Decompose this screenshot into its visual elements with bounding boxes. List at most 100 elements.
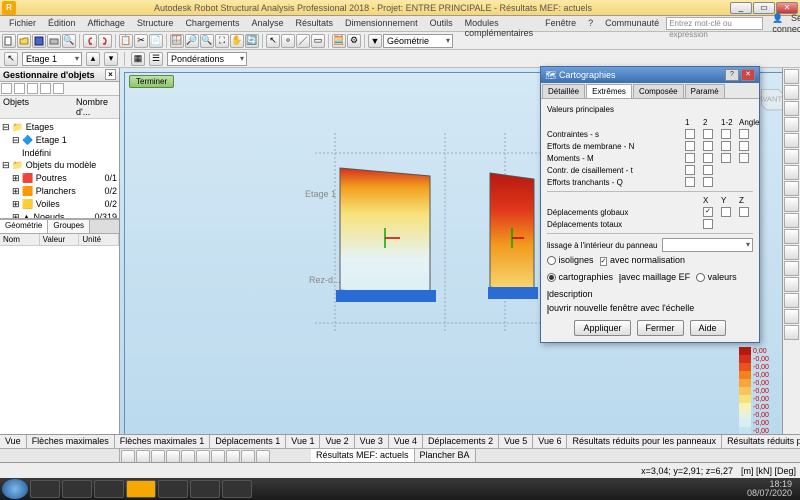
rtool-14[interactable]: [784, 277, 799, 292]
zoom-in-icon[interactable]: 🔎: [185, 34, 199, 48]
radio-cartographies[interactable]: [547, 273, 556, 282]
rtool-2[interactable]: [784, 85, 799, 100]
task-app-2[interactable]: [94, 480, 124, 498]
menu-outils[interactable]: Outils: [425, 16, 458, 31]
chk-dg-y[interactable]: [721, 207, 731, 217]
rtool-13[interactable]: [784, 261, 799, 276]
chk-m-2[interactable]: [703, 153, 713, 163]
cut-icon[interactable]: ✂: [134, 34, 148, 48]
btab-plancher[interactable]: Plancher BA: [415, 449, 476, 462]
chk-m-1[interactable]: [685, 153, 695, 163]
rtool-6[interactable]: [784, 149, 799, 164]
menu-structure[interactable]: Structure: [132, 16, 179, 31]
btab-vue2[interactable]: Vue 2: [320, 435, 354, 448]
open-icon[interactable]: [17, 34, 31, 48]
rtool-5[interactable]: [784, 133, 799, 148]
btab-depl2[interactable]: Déplacements 2: [423, 435, 499, 448]
panel-sel-icon[interactable]: ▭: [311, 34, 325, 48]
chk-q-2[interactable]: [703, 177, 713, 187]
chk-n-1[interactable]: [685, 141, 695, 151]
opt-icon[interactable]: ⚙: [347, 34, 361, 48]
dialog-title-bar[interactable]: 🗺 Cartographies ? ✕: [541, 67, 759, 83]
pan-icon[interactable]: ✋: [230, 34, 244, 48]
terminer-button[interactable]: Terminer: [129, 75, 174, 88]
menu-resultats[interactable]: Résultats: [291, 16, 339, 31]
tab-parametres[interactable]: Paramè: [685, 84, 725, 98]
menu-communaute[interactable]: Communauté: [600, 16, 664, 31]
chk-s-2[interactable]: [703, 129, 713, 139]
chk-t-2[interactable]: [703, 165, 713, 175]
panel-close-icon[interactable]: ×: [105, 69, 116, 80]
rtool-8[interactable]: [784, 181, 799, 196]
btab-res1[interactable]: Résultats réduits pour les panneaux: [567, 435, 722, 448]
tab-composee[interactable]: Composée: [633, 84, 684, 98]
btab-vue4[interactable]: Vue 4: [389, 435, 423, 448]
print-icon[interactable]: [47, 34, 61, 48]
zoom-all-icon[interactable]: ⛶: [215, 34, 229, 48]
layout-combo[interactable]: Géométrie: [383, 34, 453, 48]
btab-vue5[interactable]: Vue 5: [499, 435, 533, 448]
undo-icon[interactable]: [83, 34, 97, 48]
task-robot[interactable]: [126, 480, 156, 498]
zoom-out-icon[interactable]: 🔍: [200, 34, 214, 48]
btab-fleches[interactable]: Flèches maximales: [27, 435, 115, 448]
radio-valeurs[interactable]: [696, 273, 705, 282]
start-button[interactable]: [2, 479, 28, 499]
chk-dg-x[interactable]: ✓: [703, 207, 713, 217]
appliquer-button[interactable]: Appliquer: [574, 320, 630, 336]
chk-m-12[interactable]: [721, 153, 731, 163]
system-tray[interactable]: 18:1908/07/2020: [741, 480, 798, 498]
tab-groupes[interactable]: Groupes: [48, 220, 90, 233]
btab-res2[interactable]: Résultats réduits pour les panneaux 1: [722, 435, 800, 448]
task-app-1[interactable]: [62, 480, 92, 498]
tree-btn-1[interactable]: [1, 83, 12, 94]
layers-icon[interactable]: ☰: [149, 52, 163, 66]
chk-s-1[interactable]: [685, 129, 695, 139]
btab-mef[interactable]: Résultats MEF: actuels: [311, 449, 415, 462]
etage-combo[interactable]: Etage 1: [22, 52, 82, 66]
rtool-11[interactable]: [784, 229, 799, 244]
rtool-12[interactable]: [784, 245, 799, 260]
tree-btn-2[interactable]: [14, 83, 25, 94]
filter-icon[interactable]: ▼: [368, 34, 382, 48]
menu-analyse[interactable]: Analyse: [246, 16, 288, 31]
bar-sel-icon[interactable]: ／: [296, 34, 310, 48]
menu-edition[interactable]: Édition: [43, 16, 81, 31]
rtool-1[interactable]: [784, 69, 799, 84]
dialog-close-icon[interactable]: ✕: [741, 69, 755, 81]
tree-btn-5[interactable]: [53, 83, 64, 94]
rtool-9[interactable]: [784, 197, 799, 212]
rtool-15[interactable]: [784, 293, 799, 308]
chk-n-2[interactable]: [703, 141, 713, 151]
node-sel-icon[interactable]: ⚬: [281, 34, 295, 48]
chk-s-12[interactable]: [721, 129, 731, 139]
aide-button[interactable]: Aide: [690, 320, 726, 336]
fermer-button[interactable]: Fermer: [637, 320, 684, 336]
preview-icon[interactable]: 🔍: [62, 34, 76, 48]
rtool-4[interactable]: [784, 117, 799, 132]
btab-vue3[interactable]: Vue 3: [355, 435, 389, 448]
win-icon[interactable]: 🪟: [170, 34, 184, 48]
tab-geometrie[interactable]: Géométrie: [0, 220, 48, 233]
rtool-16[interactable]: [784, 309, 799, 324]
search-input[interactable]: Entrez mot-clé ou expression: [666, 17, 763, 30]
btab-vue1[interactable]: Vue 1: [286, 435, 320, 448]
task-explorer[interactable]: [30, 480, 60, 498]
menu-dimensionnement[interactable]: Dimensionnement: [340, 16, 423, 31]
menu-affichage[interactable]: Affichage: [83, 16, 130, 31]
new-icon[interactable]: [2, 34, 16, 48]
minimize-button[interactable]: _: [730, 2, 752, 14]
menu-fenetre[interactable]: Fenêtre: [540, 16, 581, 31]
ponderations-combo[interactable]: Pondérations: [167, 52, 247, 66]
btab-vue6[interactable]: Vue 6: [533, 435, 567, 448]
calc-icon[interactable]: 🧮: [332, 34, 346, 48]
select-icon[interactable]: ↖: [266, 34, 280, 48]
rtool-3[interactable]: [784, 101, 799, 116]
up-icon[interactable]: ▴: [86, 52, 100, 66]
btab-depl1[interactable]: Déplacements 1: [210, 435, 286, 448]
menu-fichier[interactable]: Fichier: [4, 16, 41, 31]
rtool-7[interactable]: [784, 165, 799, 180]
menu-help[interactable]: ?: [583, 16, 598, 31]
tab-detaillee[interactable]: Détaillée: [542, 84, 585, 98]
rtool-10[interactable]: [784, 213, 799, 228]
